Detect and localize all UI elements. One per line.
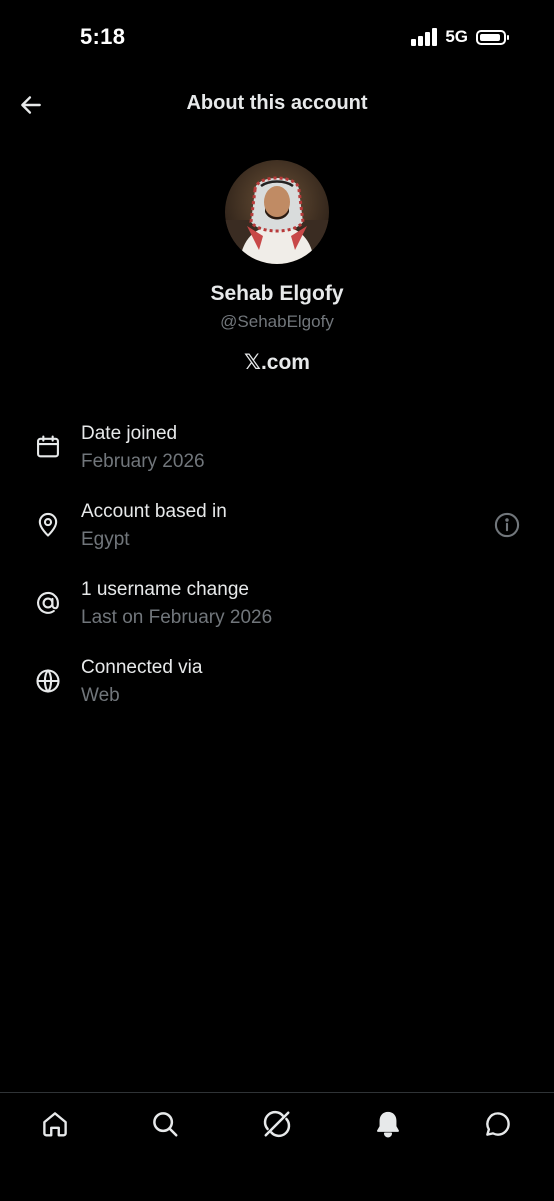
messages-icon <box>486 1112 510 1136</box>
grok-icon <box>263 1110 291 1138</box>
calendar-icon <box>37 435 59 458</box>
info-row-value: Last on February 2026 <box>81 607 273 628</box>
profile-photo <box>225 160 329 264</box>
info-row-value: February 2026 <box>81 451 205 472</box>
info-row-date-joined: Date joined February 2026 <box>0 420 554 498</box>
nav-search[interactable] <box>148 1107 182 1141</box>
battery-icon <box>476 29 509 45</box>
info-row-connected-via: Connected via Web <box>0 654 554 732</box>
home-icon <box>43 1112 67 1137</box>
search-icon <box>153 1112 178 1137</box>
info-row-title: Account based in <box>81 501 227 522</box>
nav-home[interactable] <box>38 1107 72 1141</box>
username-handle: @SehabElgofy <box>220 312 334 331</box>
info-row-username-changes: 1 username change Last on February 2026 <box>0 576 554 654</box>
status-time: 5:18 <box>80 24 126 49</box>
info-row-value: Egypt <box>81 529 130 550</box>
nav-messages[interactable] <box>481 1107 515 1141</box>
nav-grok[interactable] <box>260 1107 294 1141</box>
bell-icon <box>377 1111 399 1138</box>
info-row-value: Web <box>81 685 120 706</box>
signal-strength-icon <box>411 28 438 46</box>
site-label: 𝕏.com <box>244 351 310 374</box>
globe-icon <box>36 669 60 693</box>
at-sign-icon <box>37 591 59 614</box>
display-name: Sehab Elgofy <box>210 282 344 305</box>
status-indicators: 5G <box>411 27 509 47</box>
avatar <box>225 160 329 264</box>
info-row-title: Connected via <box>81 657 203 678</box>
bottom-navigation <box>0 1092 554 1201</box>
nav-notifications[interactable] <box>371 1107 405 1141</box>
info-row-title: 1 username change <box>81 579 249 600</box>
page-title: About this account <box>186 92 368 114</box>
location-pin-icon <box>38 512 58 537</box>
info-row-title: Date joined <box>81 423 178 444</box>
status-bar: 5:18 5G <box>0 0 554 76</box>
info-circle-icon[interactable] <box>493 511 521 539</box>
info-row-account-location: Account based in Egypt <box>0 498 554 576</box>
account-info-list: Date joined February 2026 Account based … <box>0 420 554 732</box>
header: About this account <box>0 80 554 130</box>
network-type: 5G <box>445 27 468 46</box>
